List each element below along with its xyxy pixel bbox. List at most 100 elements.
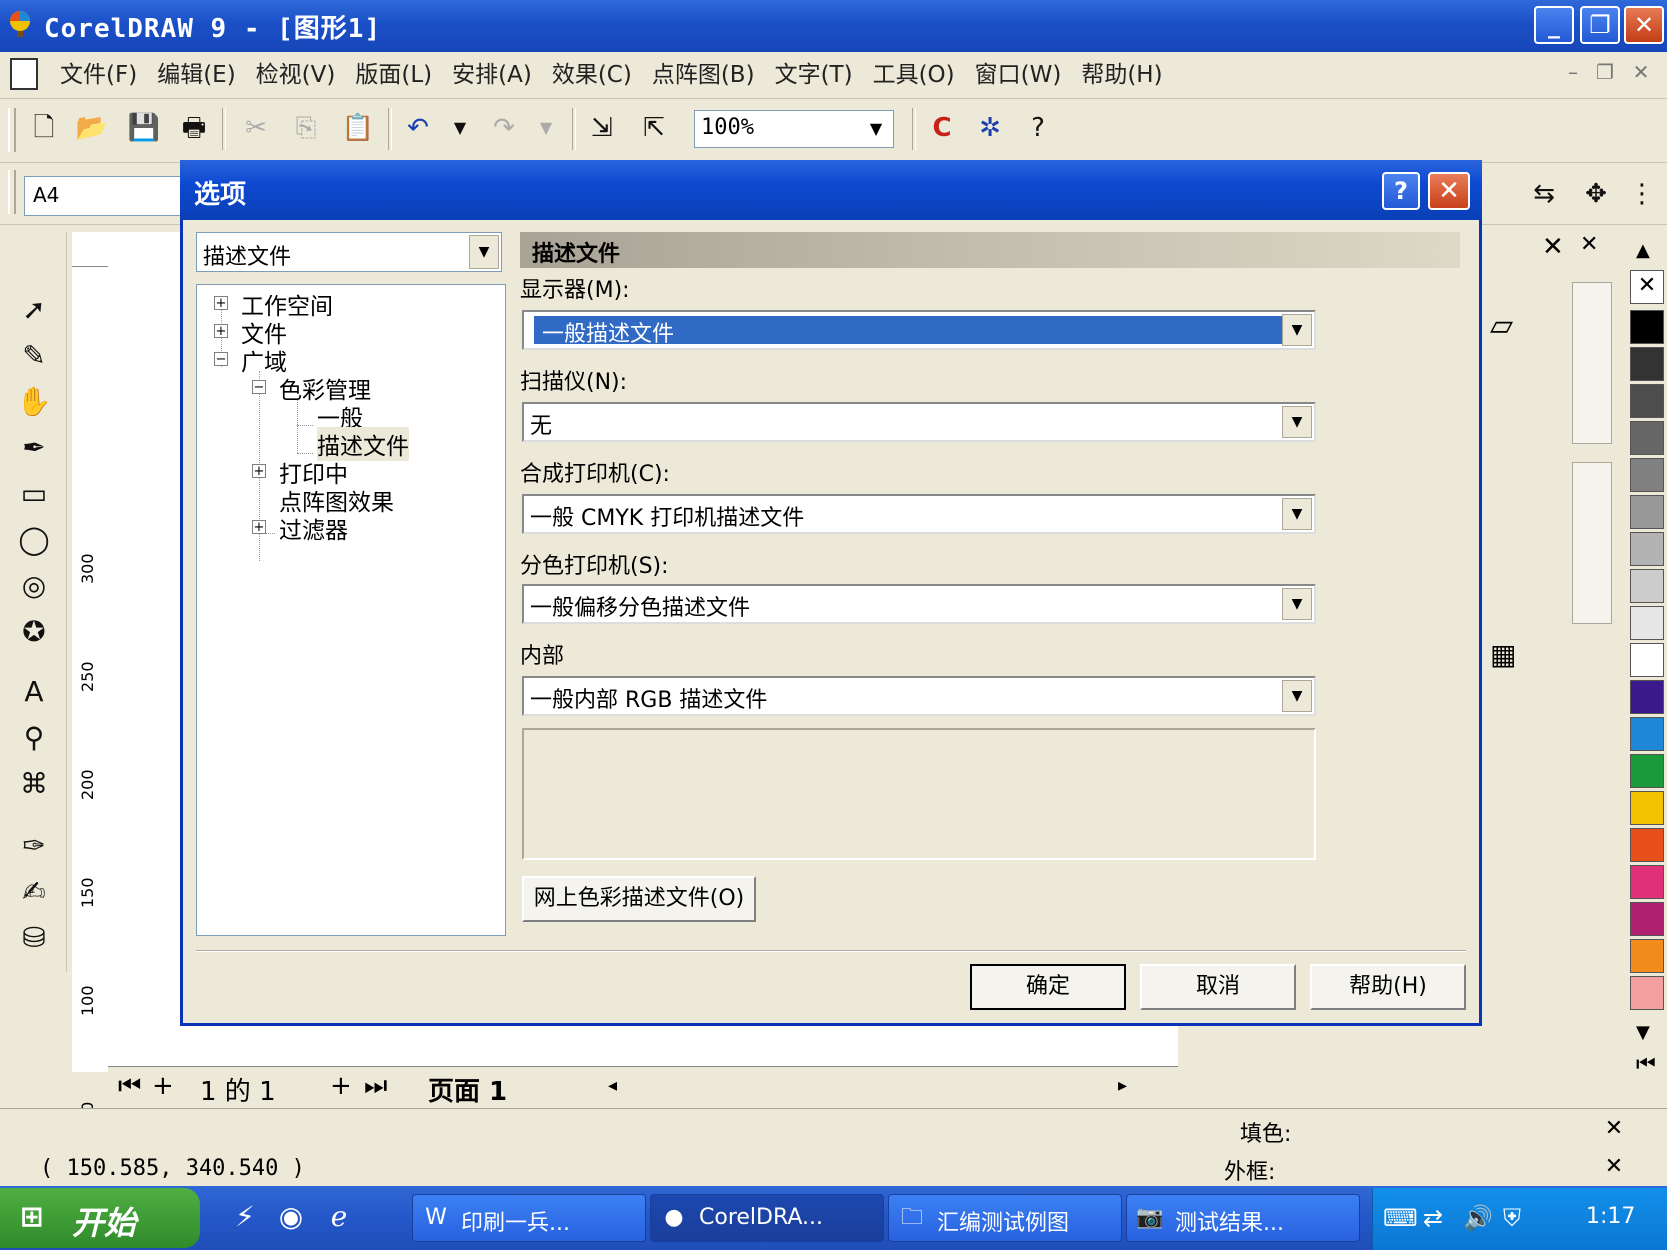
color-swatch[interactable] [1630, 495, 1664, 529]
scanner-profile-select[interactable]: 无 ▼ [522, 402, 1316, 442]
color-swatch[interactable] [1630, 643, 1664, 677]
export-icon[interactable]: ⇱ [636, 110, 672, 146]
open-folder-icon[interactable]: 📂 [74, 110, 110, 146]
outline-tool-icon[interactable]: ✍ [14, 872, 54, 912]
color-swatch[interactable] [1630, 347, 1664, 381]
close-icon[interactable]: ✕ [1542, 232, 1564, 262]
color-swatch[interactable] [1630, 902, 1664, 936]
redo-dropdown-icon[interactable]: ▼ [528, 110, 564, 146]
category-select[interactable]: 描述文件 ▼ [196, 232, 502, 272]
page-tab[interactable]: 页面 1 [428, 1071, 507, 1108]
expand-icon[interactable]: + [214, 324, 228, 338]
nudge-icon[interactable]: ⋮ [1624, 176, 1660, 212]
shape-tool-icon[interactable]: ✎ [14, 336, 54, 376]
keyboard-icon[interactable]: ⌨ [1383, 1204, 1418, 1232]
palette-expand-icon[interactable]: ⏮ [1636, 1052, 1656, 1077]
taskbar-item[interactable]: 📷 测试结果... [1126, 1194, 1360, 1242]
quicklaunch-icon[interactable]: ⚡ [226, 1198, 264, 1236]
dialog-title-bar[interactable]: 选项 [180, 160, 1482, 220]
doc-restore-button[interactable]: ❐ [1592, 60, 1618, 84]
menu-arrange[interactable]: 安排(A) [442, 60, 542, 90]
import-icon[interactable]: ⇲ [584, 110, 620, 146]
menu-view[interactable]: 检视(V) [246, 60, 346, 90]
menu-help[interactable]: 帮助(H) [1071, 60, 1172, 90]
composite-printer-select[interactable]: 一般 CMYK 打印机描述文件 ▼ [522, 494, 1316, 534]
color-swatch[interactable] [1630, 976, 1664, 1010]
taskbar-item-active[interactable]: ● CorelDRA... [650, 1194, 884, 1242]
toolbar-grip[interactable] [8, 170, 16, 214]
vertical-ruler[interactable]: 300 250 200 150 100 50 0 [72, 232, 109, 1230]
corel-application-launcher-icon[interactable]: C [924, 110, 960, 146]
dialog-close-button[interactable]: ✕ [1428, 172, 1470, 210]
copy-icon[interactable]: ⎘ [288, 110, 324, 146]
landscape-icon[interactable]: ⇆ [1526, 176, 1562, 212]
paper-size-combo[interactable]: A4 [24, 176, 184, 216]
palette-scroll-up-icon[interactable]: ▲ [1636, 240, 1650, 261]
color-swatch[interactable] [1630, 717, 1664, 751]
menu-text[interactable]: 文字(T) [765, 60, 863, 90]
text-tool-icon[interactable]: A [14, 672, 54, 712]
docker-tab-transform[interactable] [1572, 282, 1612, 444]
window-title-bar[interactable]: CorelDRAW 9 - [图形1] _ ❐ ✕ [0, 0, 1667, 52]
fill-tool-icon[interactable]: ⛁ [14, 918, 54, 958]
zoom-level-combo[interactable]: 100% ▼ [694, 110, 894, 148]
undo-icon[interactable]: ↶ [400, 110, 436, 146]
expand-icon[interactable]: + [252, 464, 266, 478]
paste-icon[interactable]: 📋 [340, 110, 376, 146]
palette-scroll-down-icon[interactable]: ▼ [1636, 1022, 1650, 1043]
chevron-down-icon[interactable]: ▼ [859, 111, 893, 147]
media-player-icon[interactable]: ◉ [272, 1198, 310, 1236]
add-page-before-icon[interactable]: + [152, 1071, 174, 1101]
doc-close-button[interactable]: ✕ [1628, 60, 1654, 84]
color-swatch[interactable] [1630, 384, 1664, 418]
redo-icon[interactable]: ↷ [486, 110, 522, 146]
undo-dropdown-icon[interactable]: ▼ [442, 110, 478, 146]
internal-rgb-select[interactable]: 一般内部 RGB 描述文件 ▼ [522, 676, 1316, 716]
chevron-down-icon[interactable]: ▼ [1282, 588, 1312, 620]
menu-window[interactable]: 窗口(W) [965, 60, 1072, 90]
menu-tools[interactable]: 工具(O) [863, 60, 965, 90]
color-swatch[interactable] [1630, 865, 1664, 899]
tree-item-filters[interactable]: 过滤器 [279, 511, 348, 545]
taskbar-item[interactable]: 🗀 汇编测试例图 [888, 1194, 1122, 1242]
color-swatch[interactable] [1630, 680, 1664, 714]
separations-printer-select[interactable]: 一般偏移分色描述文件 ▼ [522, 584, 1316, 624]
color-swatch[interactable] [1630, 421, 1664, 455]
restore-button[interactable]: ❐ [1580, 6, 1620, 44]
color-swatch[interactable] [1630, 828, 1664, 862]
collapse-icon[interactable]: − [252, 380, 266, 394]
color-swatch[interactable] [1630, 606, 1664, 640]
menu-edit[interactable]: 编辑(E) [147, 60, 245, 90]
color-swatch[interactable] [1630, 310, 1664, 344]
doc-minimize-button[interactable]: – [1560, 60, 1586, 84]
network-icon[interactable]: ⇄ [1423, 1204, 1443, 1232]
color-swatch[interactable] [1630, 532, 1664, 566]
start-button[interactable]: ⊞ 开始 [0, 1188, 200, 1248]
docker-tab-object-manager[interactable] [1572, 462, 1612, 624]
corel-online-icon[interactable]: ✲ [972, 110, 1008, 146]
last-page-icon[interactable]: ⏭ [364, 1071, 387, 1102]
rectangle-tool-icon[interactable]: ▭ [14, 474, 54, 514]
interactive-fill-tool-icon[interactable]: ⚲ [14, 718, 54, 758]
whats-this-help-icon[interactable]: ? [1020, 110, 1056, 146]
chevron-down-icon[interactable]: ▼ [1282, 680, 1312, 712]
color-swatch[interactable] [1630, 569, 1664, 603]
basic-shapes-tool-icon[interactable]: ✪ [14, 612, 54, 652]
first-page-icon[interactable]: ⏮ [118, 1071, 141, 1102]
cancel-button[interactable]: 取消 [1140, 964, 1296, 1010]
close-icon[interactable]: ✕ [1580, 232, 1598, 257]
chevron-down-icon[interactable]: ▼ [1282, 498, 1312, 530]
collapse-icon[interactable]: − [214, 352, 228, 366]
document-icon[interactable] [10, 58, 38, 90]
pick-tool-icon[interactable]: ➚ [14, 290, 54, 330]
menu-effects[interactable]: 效果(C) [542, 60, 642, 90]
antivirus-icon[interactable]: ⛨ [1503, 1204, 1521, 1232]
cut-icon[interactable]: ✂ [238, 110, 274, 146]
no-fill-icon[interactable]: ✕ [1590, 1116, 1638, 1144]
chevron-down-icon[interactable]: ▼ [1282, 314, 1312, 346]
color-swatch[interactable] [1630, 754, 1664, 788]
dialog-help-button[interactable]: ? [1382, 172, 1420, 210]
zoom-pan-tool-icon[interactable]: ✋ [14, 382, 54, 422]
freehand-tool-icon[interactable]: ✒ [14, 428, 54, 468]
save-icon[interactable]: 💾 [126, 110, 162, 146]
